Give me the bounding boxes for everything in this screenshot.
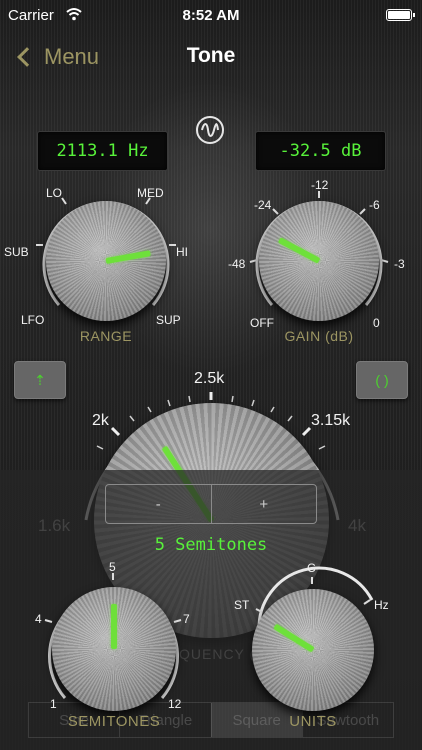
gain-label-zero: 0	[373, 316, 380, 330]
status-time: 8:52 AM	[182, 7, 240, 24]
up-arrow-icon: ⇡	[34, 371, 46, 388]
stepper-plus-button[interactable]: +	[210, 485, 317, 523]
semitones-label-12: 12	[168, 697, 182, 711]
range-knob-title: RANGE	[79, 328, 133, 344]
link-icon: ( )	[375, 372, 389, 388]
range-label-lfo: LFO	[21, 313, 45, 327]
range-knob[interactable]	[46, 201, 166, 321]
gain-knob-title: GAIN (dB)	[284, 328, 354, 344]
semitones-label-7: 7	[183, 612, 190, 626]
status-bar: Carrier 8:52 AM	[0, 0, 422, 30]
range-label-sup: SUP	[156, 313, 181, 327]
page-title: Tone	[186, 44, 236, 67]
semitones-label-4: 4	[35, 612, 42, 626]
range-label-lo: LO	[46, 186, 63, 200]
range-label-med: MED	[137, 186, 164, 200]
gain-label-minus12: -12	[311, 178, 329, 192]
semitone-display: 5 Semitones	[154, 535, 268, 555]
frequency-label-2k: 2k	[92, 412, 109, 429]
sine-wave-icon[interactable]	[196, 116, 224, 144]
units-knob[interactable]	[252, 589, 374, 711]
semitones-knob-pointer	[111, 604, 117, 649]
range-label-hi: HI	[176, 245, 188, 259]
semitones-knob-title: SEMITONES	[67, 713, 161, 730]
gain-knob[interactable]	[259, 201, 379, 321]
gain-label-minus6: -6	[369, 198, 380, 212]
semitones-knob[interactable]	[52, 587, 176, 711]
tone-screen: Carrier 8:52 AM Menu Tone 2113.1 Hz -32.…	[0, 0, 422, 750]
nav-bar: Menu Tone	[0, 30, 422, 84]
range-knob-pointer	[105, 250, 151, 264]
units-knob-pointer	[273, 623, 315, 653]
units-knob-title: UNITS	[289, 713, 337, 730]
range-label-sub: SUB	[4, 245, 29, 259]
semitone-stepper: - +	[105, 484, 317, 524]
units-label-hz: Hz	[374, 598, 389, 612]
frequency-label-2-5k: 2.5k	[194, 370, 225, 387]
frequency-label-3-15k: 3.15k	[311, 412, 351, 429]
frequency-label-4k: 4k	[348, 516, 366, 535]
up-arrow-button[interactable]: ⇡	[14, 361, 66, 399]
semitones-label-5: 5	[109, 560, 116, 574]
semitones-label-1: 1	[50, 697, 57, 711]
gain-label-minus48: -48	[228, 257, 246, 271]
frequency-readout: 2113.1 Hz	[37, 131, 168, 171]
gain-label-minus3: -3	[394, 257, 405, 271]
frequency-label-1-6k: 1.6k	[38, 516, 71, 535]
units-label-c: C	[307, 561, 316, 575]
units-label-st: ST	[234, 598, 250, 612]
link-button[interactable]: ( )	[356, 361, 408, 399]
battery-icon	[386, 9, 415, 21]
gain-knob-pointer	[277, 237, 321, 264]
stepper-minus-button[interactable]: -	[106, 485, 211, 523]
gain-label-minus24: -24	[254, 198, 272, 212]
gain-readout: -32.5 dB	[255, 131, 386, 171]
